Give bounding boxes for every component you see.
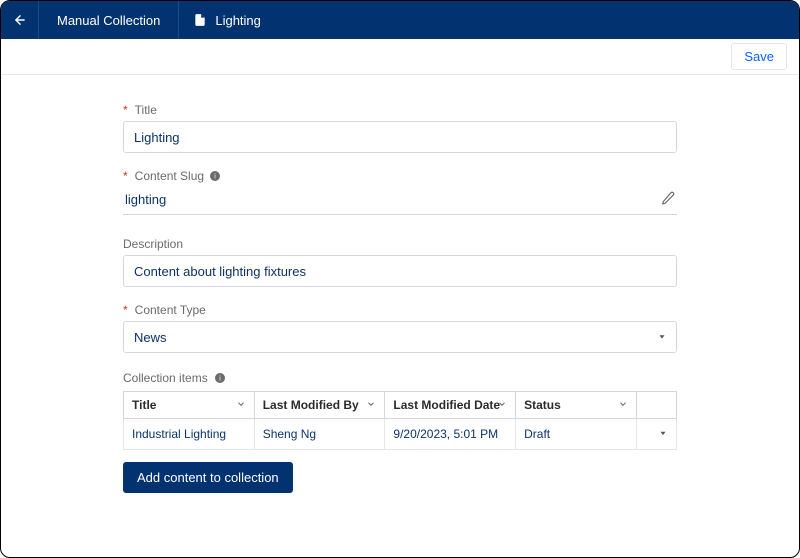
form-content: * Title * Content Slug i lighting Descrip… (1, 75, 799, 557)
col-modified-by[interactable]: Last Modified By (254, 392, 385, 419)
slug-label: Content Slug (135, 169, 204, 183)
toolbar: Save (1, 39, 799, 75)
chevron-down-icon (658, 428, 668, 438)
description-field: Description (123, 237, 677, 287)
row-actions[interactable] (636, 419, 676, 450)
info-icon[interactable]: i (209, 170, 221, 182)
cell-title[interactable]: Industrial Lighting (124, 419, 255, 450)
chevron-down-icon (497, 398, 507, 412)
description-input[interactable] (123, 255, 677, 287)
title-field: * Title (123, 103, 677, 153)
document-icon (193, 13, 207, 27)
save-button[interactable]: Save (731, 43, 787, 70)
cell-modified-by: Sheng Ng (254, 419, 385, 450)
col-actions (636, 392, 676, 419)
required-marker: * (123, 303, 128, 317)
slug-field: * Content Slug i lighting (123, 169, 677, 215)
col-title[interactable]: Title (124, 392, 255, 419)
header-doc-title: Lighting (179, 13, 275, 28)
col-modified-date[interactable]: Last Modified Date (385, 392, 516, 419)
collection-items-table: Title Last Modified By Last Modified Dat… (123, 391, 677, 450)
page-title: Lighting (215, 13, 261, 28)
title-input[interactable] (123, 121, 677, 153)
info-icon[interactable]: i (214, 372, 226, 384)
breadcrumb: Manual Collection (39, 1, 179, 39)
col-status[interactable]: Status (516, 392, 637, 419)
content-type-label: Content Type (135, 303, 206, 317)
title-label: Title (135, 103, 157, 117)
pencil-icon[interactable] (661, 191, 675, 208)
back-button[interactable] (1, 1, 39, 39)
app-header: Manual Collection Lighting (1, 1, 799, 39)
add-content-button[interactable]: Add content to collection (123, 462, 293, 493)
chevron-down-icon (366, 398, 376, 412)
table-row[interactable]: Industrial Lighting Sheng Ng 9/20/2023, … (124, 419, 677, 450)
required-marker: * (123, 103, 128, 117)
chevron-down-icon (618, 398, 628, 412)
slug-value: lighting (125, 192, 166, 207)
chevron-down-icon (236, 398, 246, 412)
content-type-field: * Content Type News (123, 303, 677, 353)
description-label: Description (123, 237, 183, 251)
required-marker: * (123, 169, 128, 183)
cell-status: Draft (516, 419, 637, 450)
cell-modified-date: 9/20/2023, 5:01 PM (385, 419, 516, 450)
content-type-select[interactable]: News (123, 321, 677, 353)
arrow-left-icon (13, 13, 27, 27)
collection-items-label: Collection items i (123, 371, 677, 385)
